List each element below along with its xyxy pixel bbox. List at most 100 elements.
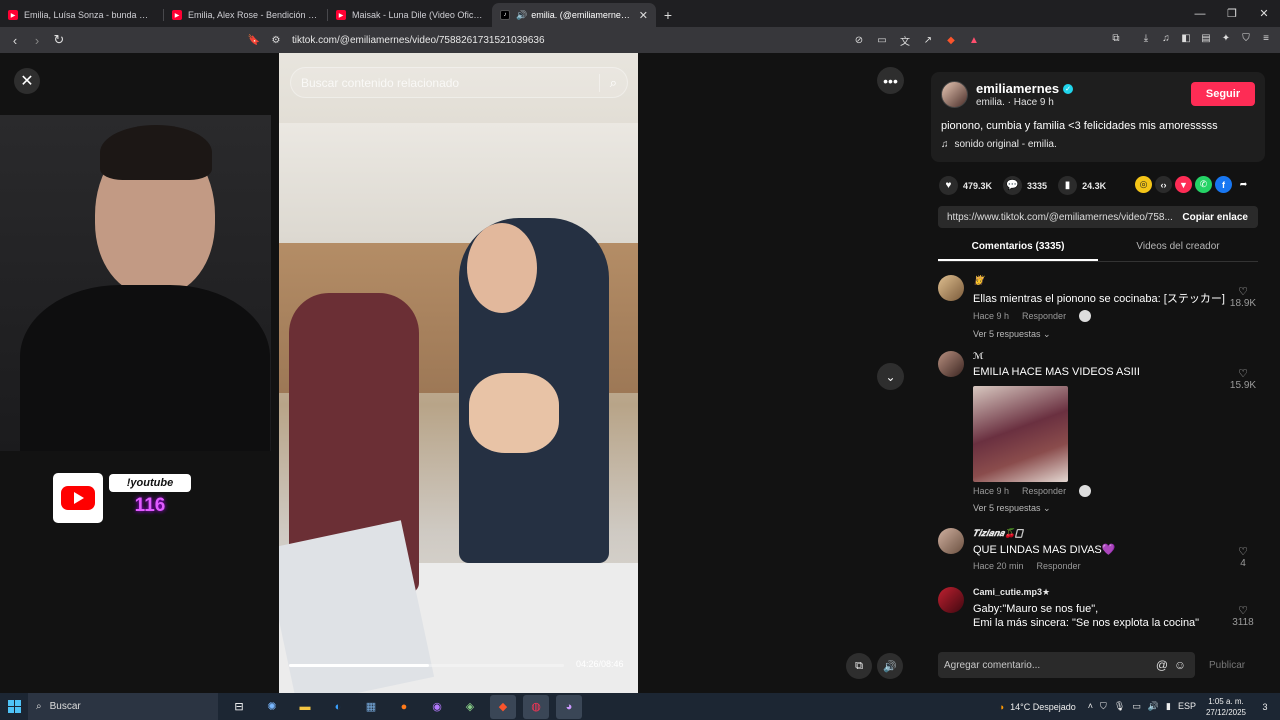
video-link-text[interactable]: https://www.tiktok.com/@emiliamernes/vid… (938, 212, 1172, 223)
related-search-input[interactable]: Buscar contenido relacionado ⌕ (290, 67, 628, 98)
music-link[interactable]: ♫ sonido original - emilia. (941, 139, 1057, 150)
restore-icon[interactable]: ❐ (1216, 0, 1248, 27)
facebook-icon[interactable]: f (1215, 176, 1232, 193)
publish-button[interactable]: Publicar (1209, 660, 1245, 671)
comment-like-button[interactable]: ♡ 15.9K (1228, 367, 1258, 391)
security-icon[interactable]: ⛉ (1100, 701, 1107, 712)
comment-input[interactable]: Agregar comentario... @ ☺ (938, 652, 1195, 678)
reload-icon[interactable]: ↻ (48, 29, 70, 51)
close-tab-icon[interactable]: ✕ (639, 9, 648, 22)
browser-tab-2[interactable]: ▶ Emilia, Alex Rose - Bendición (Officia (164, 3, 328, 27)
save-button[interactable]: ▮ 24.3K (1058, 176, 1106, 195)
comment-author[interactable]: 👸 (973, 275, 984, 286)
reply-button[interactable]: Responder (1037, 561, 1081, 571)
comment-like-button[interactable]: ♡ 4 (1228, 545, 1258, 569)
avatar[interactable] (941, 81, 968, 108)
tab-creator-videos[interactable]: Videos del creador (1098, 238, 1258, 261)
view-replies-button[interactable]: Ver 5 respuestas ⌄ (973, 503, 1051, 514)
view-replies-button[interactable]: Ver 5 respuestas ⌄ (973, 329, 1051, 340)
menu-icon[interactable]: ≡ (1258, 30, 1274, 46)
comment-like-button[interactable]: ♡ 18.9K (1228, 285, 1258, 309)
comment-author[interactable]: ℳ (973, 351, 984, 362)
share-icon[interactable]: ↗ (920, 32, 936, 48)
comment-like-button[interactable]: ♡ 3118 (1228, 604, 1258, 628)
browser-tab-3[interactable]: ▶ Maisak - Luna Dile (Video Oficial) - Y… (328, 3, 492, 27)
translate-icon[interactable]: 文 (897, 32, 913, 48)
browser-tab-1[interactable]: ▶ Emilia, Luísa Sonza - bunda 🤎 (Offic (0, 3, 164, 27)
more-options-button[interactable]: ••• (877, 67, 904, 94)
avatar[interactable] (938, 528, 964, 554)
reply-button[interactable]: Responder (1022, 486, 1066, 496)
firefox-icon[interactable]: ● (391, 695, 417, 719)
edge-icon[interactable]: ◐ (325, 695, 351, 719)
copy-link-button[interactable]: Copiar enlace (1172, 212, 1258, 223)
store-icon[interactable]: ▦ (358, 695, 384, 719)
chevron-up-icon[interactable]: ˄ (1088, 701, 1093, 712)
share-arrow-icon[interactable]: ➦ (1235, 176, 1252, 193)
brave-rewards-icon[interactable]: ▲ (966, 32, 982, 48)
embed-icon[interactable]: ‹› (1155, 176, 1172, 193)
new-tab-button[interactable]: + (656, 3, 680, 27)
leo-ai-icon[interactable]: ✦ (1218, 30, 1234, 46)
mic-icon[interactable]: 🎙 (1114, 701, 1125, 712)
comment-author[interactable]: Cami_cutie.mp3★ (973, 587, 1050, 598)
sidebar-icon[interactable]: ◧ (1178, 30, 1194, 46)
brave-shield-icon[interactable]: ◆ (943, 32, 959, 48)
volume-icon[interactable]: 🔊 (1148, 701, 1159, 712)
file-explorer-icon[interactable]: ▬ (292, 695, 318, 719)
back-icon[interactable]: ‹ (4, 29, 26, 51)
floating-player-button[interactable]: ⧉ (846, 653, 872, 679)
copilot-icon[interactable]: ✺ (259, 695, 285, 719)
browser-tab-active[interactable]: ♪ 🔊 emilia. (@emiliamernes) oficia ✕ (492, 3, 656, 27)
vpn-icon[interactable]: ⛉ (1238, 30, 1254, 46)
notification-center[interactable]: 3 (1258, 700, 1272, 714)
mention-icon[interactable]: @ (1153, 658, 1171, 672)
no-video-icon[interactable]: ⊘ (851, 32, 867, 48)
avatar[interactable] (938, 587, 964, 613)
comment-sticker-image[interactable] (973, 386, 1068, 482)
wallet-icon[interactable]: ▤ (1198, 30, 1214, 46)
site-info-icon[interactable]: ⚙ (268, 32, 284, 48)
task-view-icon[interactable]: ⊟ (226, 695, 252, 719)
like-button[interactable]: ♥ 479.3K (939, 176, 992, 195)
close-window-icon[interactable]: ✕ (1248, 0, 1280, 27)
forward-icon[interactable]: › (26, 29, 48, 51)
screenshot-icon[interactable]: ⧉ (1108, 30, 1124, 46)
weather-widget[interactable]: ◑ 14°C Despejado (999, 702, 1076, 712)
tab-comments[interactable]: Comentarios (3335) (938, 238, 1098, 261)
minimize-icon[interactable]: — (1184, 0, 1216, 27)
taskbar-search[interactable]: ⌕ Buscar (28, 693, 218, 720)
avatar[interactable] (938, 275, 964, 301)
volume-button[interactable]: 🔊 (877, 653, 903, 679)
search-icon[interactable]: ⌕ (610, 75, 617, 91)
battery-icon[interactable]: ▮ (1166, 701, 1171, 712)
cast-icon[interactable]: ▭ (874, 32, 890, 48)
follow-button[interactable]: Seguir (1191, 82, 1255, 106)
app-icon-2[interactable]: ◈ (457, 695, 483, 719)
comment-button[interactable]: 💬 3335 (1003, 176, 1047, 195)
brave-icon[interactable]: ◆ (490, 694, 516, 719)
creator-username-link[interactable]: emiliamernes ✓ (976, 81, 1074, 96)
next-video-button[interactable]: ⌄ (877, 363, 904, 390)
address-bar[interactable]: 🔖 ⚙ tiktok.com/@emiliamernes/video/75882… (246, 29, 996, 51)
coin-icon[interactable]: ◎ (1135, 176, 1152, 193)
start-button[interactable] (0, 693, 28, 720)
app-icon[interactable]: ◉ (424, 695, 450, 719)
download-icon[interactable]: ⤓ (1138, 30, 1154, 46)
emoji-icon[interactable]: ☺ (1171, 658, 1189, 672)
comment-author[interactable]: 𝑻𝒊𝒛𝒊𝒂𝒏𝒂🍒🀆 (973, 528, 1022, 539)
send-to-friends-icon[interactable]: ▼ (1175, 176, 1192, 193)
reply-button[interactable]: Responder (1022, 311, 1066, 321)
network-icon[interactable]: ▭ (1132, 701, 1141, 712)
obs-icon[interactable]: ◍ (523, 694, 549, 719)
media-icon[interactable]: ♫ (1158, 30, 1174, 46)
video-progress-bar[interactable] (289, 664, 564, 667)
whatsapp-icon[interactable]: ✆ (1195, 176, 1212, 193)
clock[interactable]: 1:05 a. m. 27/12/2025 (1206, 696, 1246, 718)
close-video-button[interactable]: ✕ (14, 68, 40, 94)
language-indicator[interactable]: ESP (1178, 701, 1196, 712)
bookmark-icon[interactable]: 🔖 (246, 32, 262, 48)
avatar[interactable] (938, 351, 964, 377)
discord-icon[interactable]: ◕ (556, 694, 582, 719)
video-player[interactable]: Buscar contenido relacionado ⌕ 04:26/08:… (279, 53, 638, 693)
